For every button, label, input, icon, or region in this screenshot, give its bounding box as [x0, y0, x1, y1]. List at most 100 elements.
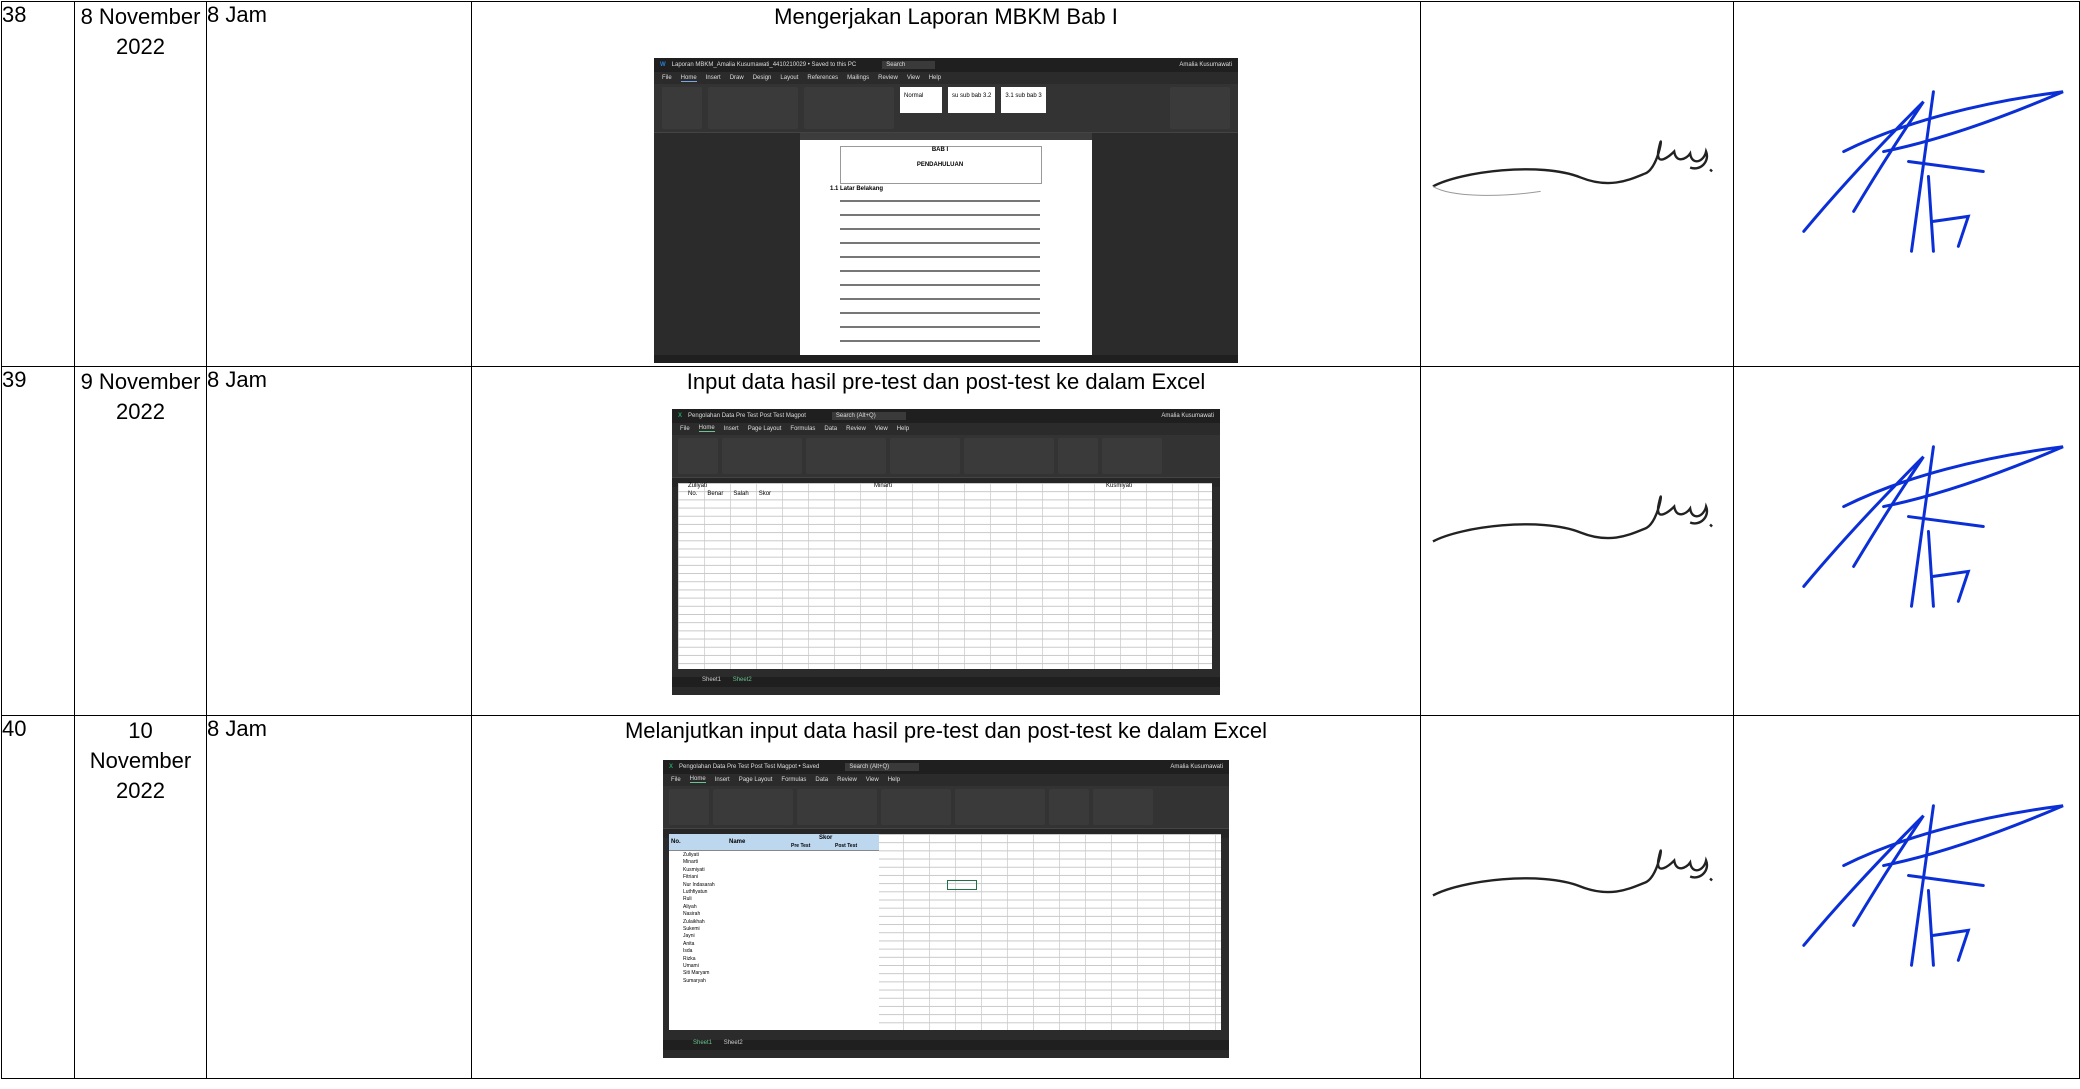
row-duration: 8 Jam [206, 1, 472, 367]
activity-description: Melanjutkan input data hasil pre-test da… [624, 717, 1268, 743]
activity-description: Input data hasil pre-test dan post-test … [686, 368, 1206, 394]
word-ribbon: Normal su sub bab 3.2 3.1 sub bab 3 [654, 84, 1238, 133]
word-window-title: Laporan MBKM_Amalia Kusumawati_441021002… [671, 62, 857, 68]
excel-menu-item: File [671, 776, 681, 783]
header-pre-test: Pre Test [791, 842, 811, 849]
excel-menu-item: Review [837, 776, 857, 783]
doc-section-title: 1.1 Latar Belakang [830, 186, 884, 192]
excel-sheet-grid: Zuliyati Minarti Kusmiyati No. Benar Salah… [678, 482, 1212, 669]
excel-screenshot: X Pengolahan Data Pre Test Post Test Mag… [663, 759, 1229, 1058]
excel-sheet-grid: No. Name Skor Pre Test Post Test Zuliyat… [669, 833, 1221, 1030]
word-menu-item: File [662, 75, 672, 81]
doc-subheading: PENDAHULUAN [916, 162, 964, 168]
row-number: 38 [1, 1, 75, 367]
style-sub-bab-3: 3.1 sub bab 3 [1001, 87, 1046, 113]
word-menu-item: Design [752, 75, 772, 81]
excel-menu-bar: File Home Insert Page Layout Formulas Da… [672, 422, 1220, 435]
word-titlebar: W Laporan MBKM_Amalia Kusumawati_4410210… [654, 58, 1238, 72]
excel-menu-item: Insert [714, 776, 730, 783]
signature-cell [1420, 1, 1734, 367]
activity-cell: Melanjutkan input data hasil pre-test da… [471, 714, 1421, 1079]
word-statusbar [654, 355, 1238, 363]
excel-statusbar [672, 686, 1220, 695]
row-date: 9 November 2022 [74, 365, 207, 716]
excel-menu-item: File [680, 425, 690, 432]
row-date: 10 November 2022 [74, 714, 207, 1079]
signature-amalia-icon [1432, 140, 1713, 196]
word-menu-item: Mailings [847, 75, 870, 81]
signature-cell [1420, 714, 1734, 1079]
score-headers: No. Benar Salah Skor [688, 490, 772, 497]
signature-cell [1733, 1, 2080, 367]
editing-group [1170, 87, 1230, 129]
word-menu-item: Review [878, 75, 898, 81]
excel-statusbar [663, 1049, 1229, 1058]
header-no: No. [671, 838, 681, 845]
activity-cell: Input data hasil pre-test dan post-test … [471, 365, 1421, 716]
table-row: 40 10 November 2022 8 Jam Melanjutkan in… [1, 714, 2080, 1079]
word-menu-item: References [807, 75, 839, 81]
sheet-tab: Sheet2 [732, 676, 752, 683]
excel-menu-item: Formulas [790, 425, 816, 432]
word-logo-icon: W [660, 62, 666, 68]
excel-ribbon [672, 434, 1220, 478]
word-menu-bar: File Home Insert Draw Design Layout Refe… [654, 72, 1238, 84]
excel-menu-item: Data [824, 425, 838, 432]
excel-search-box: Search (Alt+Q) [831, 411, 906, 420]
signature-cell [1420, 365, 1734, 716]
excel-menu-item: View [874, 425, 888, 432]
style-sub-bab-3-2: su sub bab 3.2 [948, 87, 996, 113]
word-document-page: BAB I PENDAHULUAN 1.1 Latar Belakang [800, 140, 1092, 355]
excel-titlebar: X Pengolahan Data Pre Test Post Test Mag… [672, 408, 1220, 423]
row-date: 8 November 2022 [74, 1, 207, 367]
excel-menu-item: Home [698, 425, 715, 433]
doc-heading: BAB I [931, 147, 949, 153]
activity-cell: Mengerjakan Laporan MBKM Bab I W Laporan… [471, 1, 1421, 367]
word-search-box: Search [882, 61, 936, 69]
excel-window-title: Pengolahan Data Pre Test Post Test Magpo… [688, 412, 806, 419]
style-normal: Normal [900, 87, 942, 113]
activity-description: Mengerjakan Laporan MBKM Bab I [774, 4, 1118, 29]
paragraph-group [804, 87, 894, 129]
excel-user-name: Amalia Kusumawati [1161, 412, 1214, 419]
excel-logo-icon: X [678, 412, 683, 419]
excel-menu-item: Review [846, 425, 866, 432]
signature-supervisor-icon [1802, 445, 2064, 608]
excel-sheet-tabs: Sheet1 Sheet2 [663, 1039, 1229, 1050]
excel-titlebar: X Pengolahan Data Pre Test Post Test Mag… [663, 759, 1229, 774]
student-name: Minarti [874, 482, 893, 489]
word-menu-item: Layout [780, 75, 799, 81]
excel-ribbon [663, 785, 1229, 829]
clipboard-group [662, 87, 702, 129]
sheet-tab: Sheet2 [723, 1039, 743, 1046]
word-menu-item: Draw [729, 75, 744, 81]
signature-supervisor-icon [1802, 90, 2064, 253]
excel-menu-item: View [865, 776, 879, 783]
excel-menu-item: Formulas [781, 776, 807, 783]
header-post-test: Post Test [835, 842, 858, 849]
student-name: Kusmiyati [1106, 482, 1133, 489]
word-screenshot: W Laporan MBKM_Amalia Kusumawati_4410210… [654, 58, 1238, 363]
signature-supervisor-icon [1802, 804, 2064, 967]
word-user-name: Amalia Kusumawati [1179, 62, 1232, 68]
font-group [708, 87, 798, 129]
student-name: Zuliyati [688, 482, 708, 489]
excel-menu-item: Data [815, 776, 829, 783]
excel-sheet-tabs: Sheet1 Sheet2 [672, 676, 1220, 687]
word-menu-item: Home [680, 74, 697, 82]
excel-logo-icon: X [669, 763, 674, 770]
word-menu-item: Insert [705, 75, 721, 81]
excel-user-name: Amalia Kusumawati [1170, 763, 1223, 770]
excel-menu-item: Home [689, 776, 706, 784]
excel-menu-item: Page Layout [738, 776, 773, 783]
word-menu-item: Help [928, 75, 942, 81]
table-row: 38 8 November 2022 8 Jam Mengerjakan Lap… [1, 1, 2080, 367]
header-skor: Skor [819, 834, 833, 841]
signature-cell [1733, 714, 2080, 1079]
activity-log-table: 38 8 November 2022 8 Jam Mengerjakan Lap… [1, 1, 2080, 1079]
row-number: 40 [1, 714, 75, 1079]
excel-menu-item: Help [896, 425, 910, 432]
excel-window-title: Pengolahan Data Pre Test Post Test Magpo… [679, 763, 820, 770]
sheet-tab: Sheet1 [693, 1039, 713, 1046]
excel-search-box: Search (Alt+Q) [845, 762, 920, 771]
